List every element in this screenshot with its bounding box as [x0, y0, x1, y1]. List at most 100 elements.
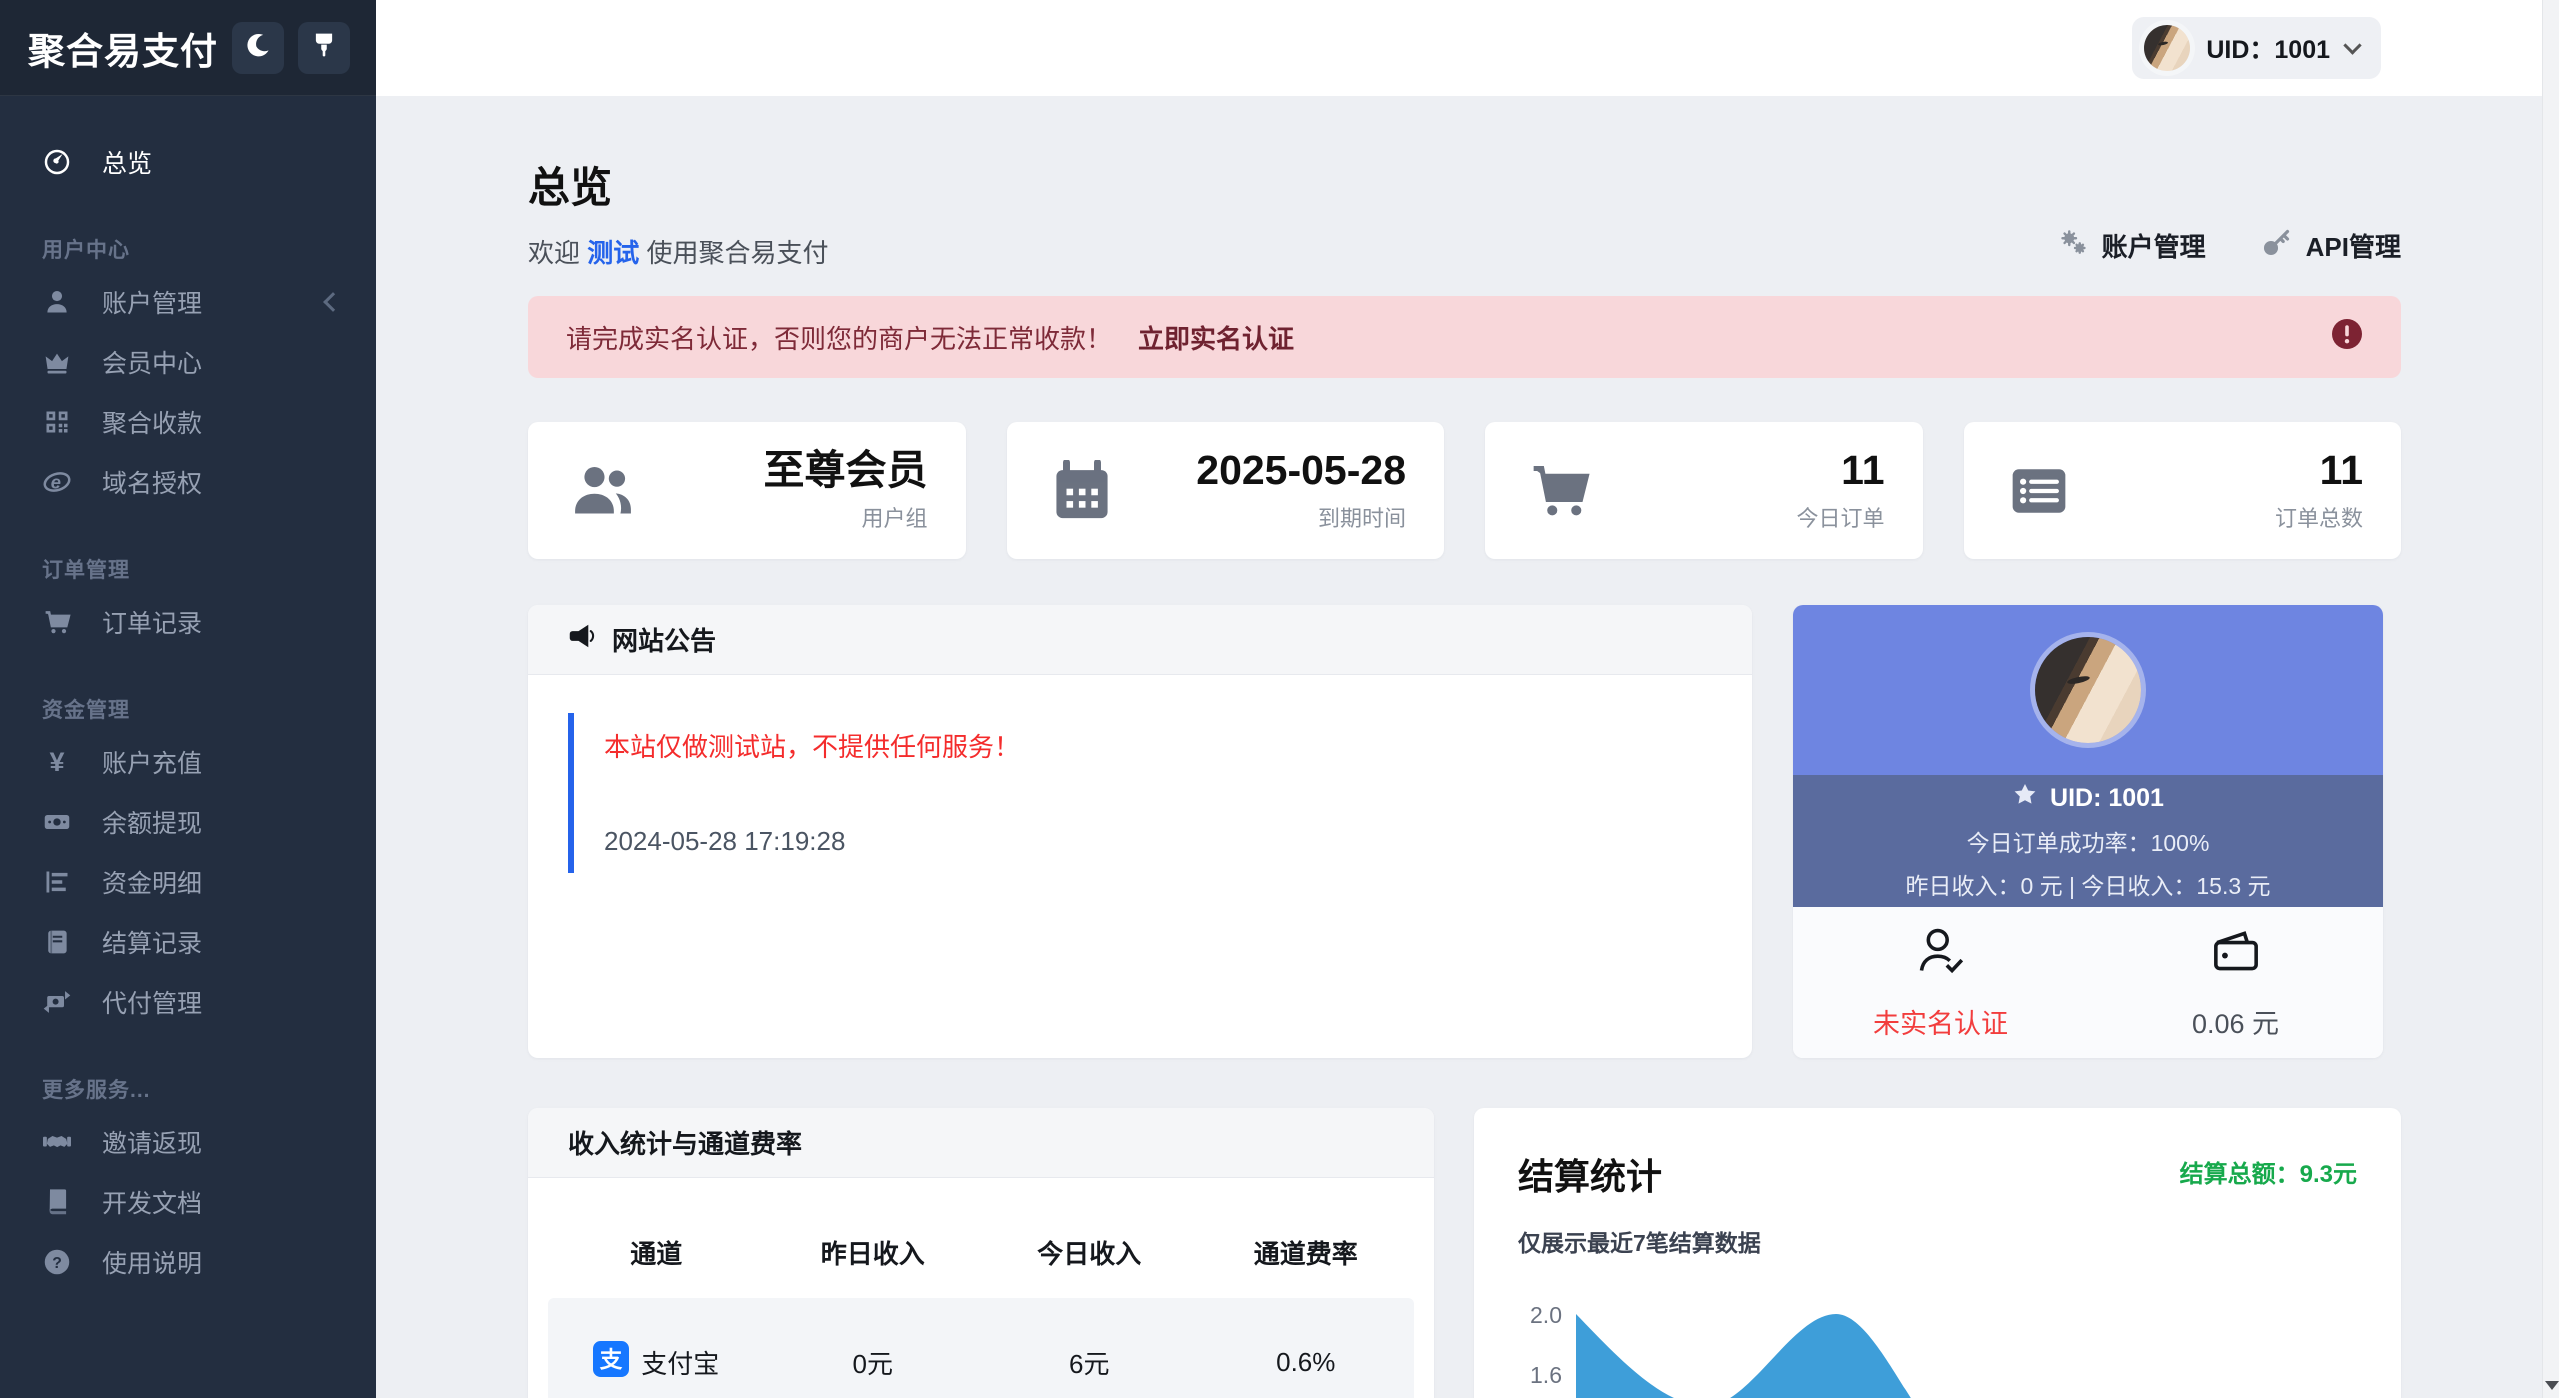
sidebar-item-domain-auth[interactable]: e 域名授权: [0, 452, 376, 512]
sidebar-item-membership[interactable]: 会员中心: [0, 332, 376, 392]
sidebar-item-label: 余额提现: [102, 804, 202, 840]
income-title: 收入统计与通道费率: [568, 1124, 802, 1161]
book-icon: [42, 1187, 72, 1217]
settlement-total-label: 结算总额：: [2180, 1161, 2300, 1188]
dark-mode-button[interactable]: [232, 22, 284, 74]
y-tick: 1.6: [1518, 1362, 1562, 1389]
announcement-card: 网站公告 本站仅做测试站，不提供任何服务！ 2024-05-28 17:19:2…: [528, 605, 1752, 1058]
announcement-title: 网站公告: [612, 621, 716, 658]
profile-uid: UID: 1001: [2012, 782, 2164, 815]
col-yesterday: 昨日收入: [765, 1234, 982, 1271]
sidebar-item-account[interactable]: 账户管理: [0, 272, 376, 332]
table-header-row: 通道 昨日收入 今日收入 通道费率: [548, 1222, 1414, 1282]
gears-icon: [2058, 227, 2102, 264]
sidebar-item-recharge[interactable]: ¥ 账户充值: [0, 732, 376, 792]
bar-chart-icon: [42, 867, 72, 897]
star-icon: [2012, 782, 2050, 815]
profile-banner: [1793, 605, 2383, 775]
sidebar-item-label: 代付管理: [102, 984, 202, 1020]
verify-status-text: 未实名认证: [1873, 1002, 2008, 1041]
settlement-title: 结算统计: [1518, 1148, 1662, 1200]
income-header: 收入统计与通道费率: [528, 1108, 1434, 1178]
stat-label: 用户组: [634, 501, 928, 533]
sidebar-item-usage-guide[interactable]: ? 使用说明: [0, 1232, 376, 1292]
area-chart: [1576, 1284, 2357, 1398]
sidebar: 聚合易支付 总览 用户中心 账户管理 会员中心: [0, 0, 376, 1398]
announcement-content: 本站仅做测试站，不提供任何服务！: [604, 727, 1712, 764]
key-icon: [2262, 227, 2306, 264]
sidebar-item-label: 总览: [102, 144, 152, 180]
sidebar-item-overview[interactable]: 总览: [0, 132, 376, 192]
avatar: [2035, 637, 2141, 743]
gauge-icon: [42, 147, 72, 177]
sidebar-item-aggregate-collection[interactable]: 聚合收款: [0, 392, 376, 452]
stat-value: 至尊会员: [634, 448, 928, 493]
col-today: 今日收入: [981, 1234, 1198, 1271]
svg-text:?: ?: [52, 1255, 62, 1272]
banknote-icon: [42, 807, 72, 837]
stat-label: 今日订单: [1591, 501, 1885, 533]
account-manage-button[interactable]: 账户管理: [2058, 227, 2206, 264]
sidebar-item-label: 账户管理: [102, 284, 202, 320]
alert-text: 请完成实名认证，否则您的商户无法正常收款！: [566, 319, 1112, 356]
sidebar-item-label: 域名授权: [102, 464, 202, 500]
col-channel: 通道: [548, 1234, 765, 1271]
scroll-down-arrow[interactable]: [2545, 1381, 2559, 1390]
sidebar-section-orders: 订单管理: [0, 554, 376, 584]
svg-text:e: e: [51, 471, 61, 492]
sidebar-item-fund-details[interactable]: 资金明细: [0, 852, 376, 912]
svg-text:支: 支: [600, 1347, 623, 1372]
stat-card-total-orders: 11 订单总数: [1964, 422, 2402, 559]
app-root: 聚合易支付 总览 用户中心 账户管理 会员中心: [0, 0, 2559, 1398]
megaphone-icon: [568, 622, 612, 657]
sidebar-item-payout[interactable]: 代付管理: [0, 972, 376, 1032]
announcement-body: 本站仅做测试站，不提供任何服务！ 2024-05-28 17:19:28: [528, 675, 1752, 911]
announcement-quote: 本站仅做测试站，不提供任何服务！ 2024-05-28 17:19:28: [568, 713, 1712, 873]
stat-label: 到期时间: [1113, 501, 1407, 533]
sidebar-item-settlement-records[interactable]: 结算记录: [0, 912, 376, 972]
vertical-scrollbar[interactable]: [2542, 0, 2559, 1398]
sidebar-item-order-records[interactable]: 订单记录: [0, 592, 376, 652]
page-header: 总览 欢迎 测试 使用聚合易支付 账户管理 API管理: [528, 154, 2401, 270]
api-manage-button[interactable]: API管理: [2262, 227, 2401, 264]
balance-cell[interactable]: 0.06 元: [2088, 907, 2383, 1058]
app-logo: 聚合易支付: [28, 21, 218, 75]
settlement-card: 结算统计 结算总额：9.3元 仅展示最近7笔结算数据 2.0 1.6 1.2 0…: [1474, 1108, 2401, 1398]
theme-button[interactable]: [298, 22, 350, 74]
stat-card-expiry: 2025-05-28 到期时间: [1007, 422, 1445, 559]
chevron-down-icon: [2343, 36, 2361, 54]
welcome-suffix: 使用聚合易支付: [647, 238, 829, 268]
table-row: 支 支付宝 0元 6元 0.6%: [548, 1298, 1414, 1398]
sidebar-item-label: 邀请返现: [102, 1124, 202, 1160]
settlement-chart: 2.0 1.6 1.2 0.8 0.4: [1518, 1284, 2357, 1398]
sidebar-item-label: 结算记录: [102, 924, 202, 960]
cart-icon: [42, 607, 72, 637]
crown-icon: [42, 347, 72, 377]
settlement-subtitle: 仅展示最近7笔结算数据: [1518, 1224, 2357, 1258]
profile-footer: 未实名认证 0.06 元: [1793, 907, 2383, 1058]
verify-now-link[interactable]: 立即实名认证: [1138, 319, 1294, 356]
cell-yesterday: 0元: [765, 1344, 982, 1381]
sidebar-section-user-center: 用户中心: [0, 234, 376, 264]
uid-label: UID：1001: [2206, 30, 2330, 66]
api-manage-label: API管理: [2306, 227, 2401, 264]
verify-status-cell[interactable]: 未实名认证: [1793, 907, 2088, 1058]
account-manage-label: 账户管理: [2102, 227, 2206, 264]
profile-uid-text: UID: 1001: [2050, 784, 2164, 813]
paint-brush-icon: [311, 32, 337, 63]
sidebar-item-invite-rebate[interactable]: 邀请返现: [0, 1112, 376, 1172]
sidebar-item-label: 开发文档: [102, 1184, 202, 1220]
user-menu[interactable]: UID：1001: [2132, 17, 2381, 79]
profile-stats: UID: 1001 今日订单成功率：100% 昨日收入：0 元 | 今日收入：1…: [1793, 775, 2383, 907]
main-area: UID：1001 总览 欢迎 测试 使用聚合易支付 账: [376, 0, 2559, 1398]
cash-transfer-icon: [42, 987, 72, 1017]
verify-alert: 请完成实名认证，否则您的商户无法正常收款！ 立即实名认证: [528, 296, 2401, 378]
stat-value: 2025-05-28: [1113, 448, 1407, 493]
sidebar-item-withdraw[interactable]: 余额提现: [0, 792, 376, 852]
profile-success-rate: 今日订单成功率：100%: [1967, 824, 2210, 858]
username-link[interactable]: 测试: [587, 238, 639, 268]
stat-value: 11: [1591, 448, 1885, 493]
yen-icon: ¥: [42, 747, 72, 777]
sidebar-item-dev-docs[interactable]: 开发文档: [0, 1172, 376, 1232]
stat-cards: 至尊会员 用户组 2025-05-28 到期时间 11 今日订单: [528, 422, 2401, 559]
